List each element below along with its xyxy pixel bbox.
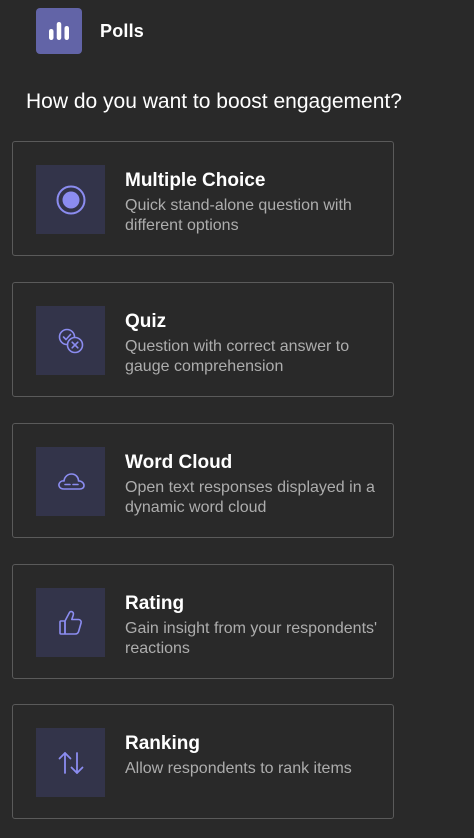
option-description: Question with correct answer to gauge co… <box>125 338 350 375</box>
check-x-circles-icon <box>58 328 83 353</box>
option-title: Multiple Choice <box>125 170 266 191</box>
thumbs-up-icon <box>58 610 82 635</box>
arrow-up-down-icon <box>58 751 83 774</box>
radio-button-icon <box>56 185 85 214</box>
option-description: Allow respondents to rank items <box>125 760 352 777</box>
option-icon-tile <box>36 165 105 234</box>
polls-app-icon <box>36 8 82 54</box>
cloud-icon <box>57 472 85 490</box>
option-card-rating[interactable]: Rating Gain insight from your respondent… <box>12 564 394 679</box>
option-title: Quiz <box>125 311 167 332</box>
app-title: Polls <box>100 20 145 41</box>
option-card-ranking[interactable]: Ranking Allow respondents to rank items <box>12 704 394 819</box>
app-header: Polls <box>36 8 144 54</box>
option-description: Open text responses displayed in a dynam… <box>125 479 375 516</box>
page-title: How do you want to boost engagement? <box>26 90 402 113</box>
option-icon-tile <box>36 728 105 797</box>
option-icon-tile <box>36 588 105 657</box>
option-icon-tile <box>36 447 105 516</box>
option-title: Ranking <box>125 733 200 754</box>
option-card-multiple-choice[interactable]: Multiple Choice Quick stand-alone questi… <box>12 141 394 256</box>
option-title: Word Cloud <box>125 452 233 473</box>
option-card-word-cloud[interactable]: Word Cloud Open text responses displayed… <box>12 423 394 538</box>
option-icon-tile <box>36 306 105 375</box>
option-title: Rating <box>125 593 185 614</box>
bar-chart-icon <box>49 22 69 40</box>
option-description: Quick stand-alone question with differen… <box>125 197 352 234</box>
option-description: Gain insight from your respondents' reac… <box>125 620 378 657</box>
option-card-quiz[interactable]: Quiz Question with correct answer to gau… <box>12 282 394 397</box>
